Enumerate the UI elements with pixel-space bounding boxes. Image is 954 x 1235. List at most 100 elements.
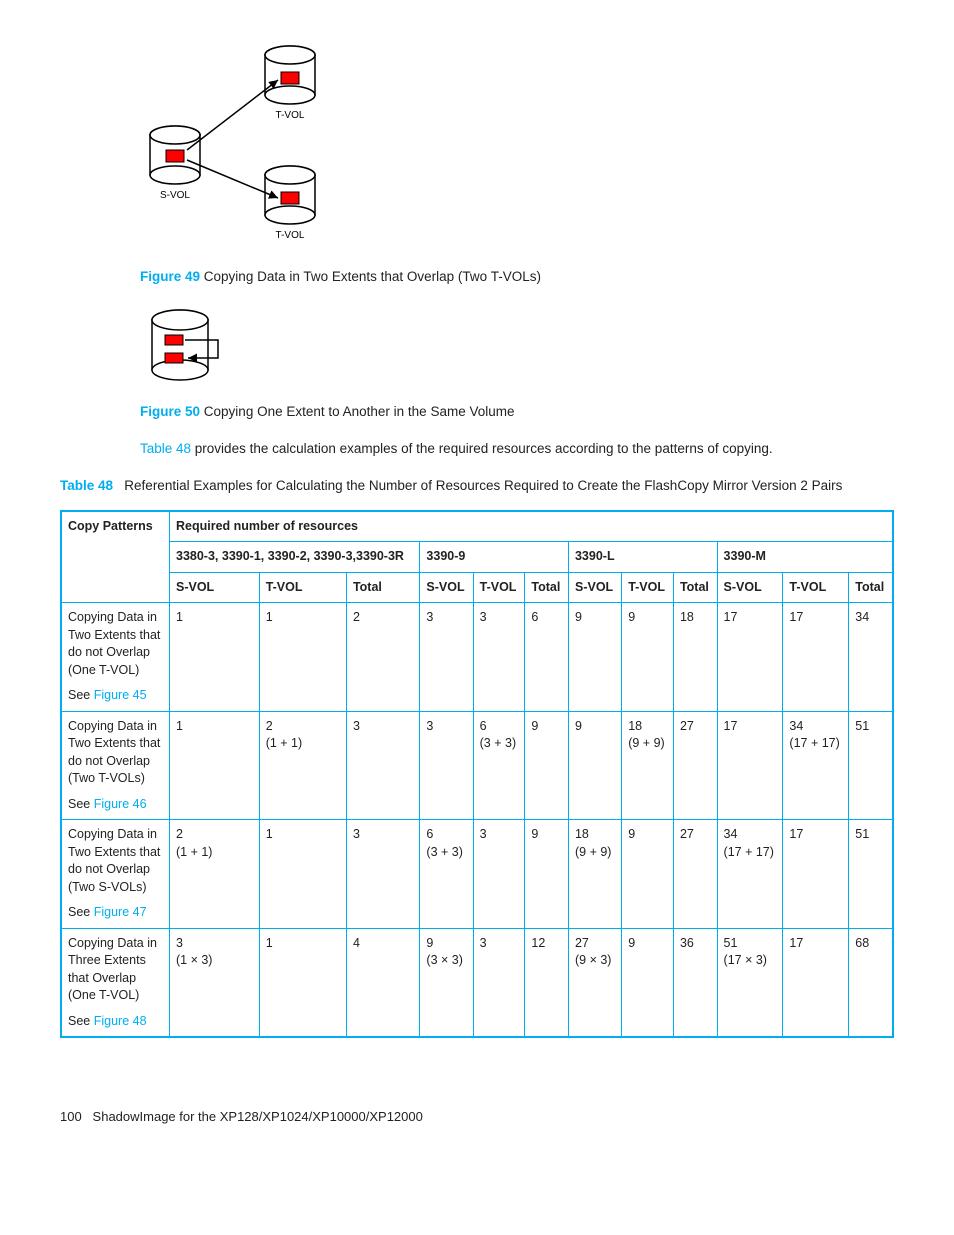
cell-value: 17 <box>783 820 849 929</box>
cell-value: 3 (1 × 3) <box>170 928 260 1037</box>
cell-value: 51 (17 × 3) <box>717 928 783 1037</box>
cell-value: 51 <box>849 820 893 929</box>
th-group-c: 3390-L <box>568 542 717 573</box>
pattern-desc: Copying Data in Two Extents that do not … <box>68 609 163 679</box>
cell-value: 9 <box>525 820 569 929</box>
cell-value: 1 <box>259 928 346 1037</box>
figure-link[interactable]: Figure 45 <box>94 688 147 702</box>
cell-value: 3 <box>473 928 525 1037</box>
figure49-caption-text: Copying Data in Two Extents that Overlap… <box>204 269 541 284</box>
cell-value: 34 (17 + 17) <box>783 711 849 820</box>
cell-value: 17 <box>783 603 849 712</box>
cell-value: 2 (1 + 1) <box>170 820 260 929</box>
cell-value: 9 <box>622 928 674 1037</box>
figure49-label: Figure 49 <box>140 269 200 284</box>
cell-value: 4 <box>346 928 419 1037</box>
pattern-see: See Figure 45 <box>68 687 163 705</box>
cell-value: 34 <box>849 603 893 712</box>
th-d-tvol: T-VOL <box>783 572 849 603</box>
th-a-tvol: T-VOL <box>259 572 346 603</box>
figure-link[interactable]: Figure 47 <box>94 905 147 919</box>
cell-value: 9 <box>622 603 674 712</box>
cell-value: 17 <box>717 711 783 820</box>
cell-value: 27 <box>673 711 717 820</box>
cell-value: 9 <box>568 711 621 820</box>
cell-copy-pattern: Copying Data in Two Extents that do not … <box>61 711 170 820</box>
cell-value: 3 <box>420 711 473 820</box>
tvol-top-label: T-VOL <box>276 110 305 121</box>
th-required: Required number of resources <box>170 511 894 542</box>
pattern-see: See Figure 46 <box>68 796 163 814</box>
th-b-tvol: T-VOL <box>473 572 525 603</box>
cell-value: 2 <box>346 603 419 712</box>
table48-caption-text: Referential Examples for Calculating the… <box>124 478 842 493</box>
cell-copy-pattern: Copying Data in Two Extents that do not … <box>61 820 170 929</box>
pattern-desc: Copying Data in Two Extents that do not … <box>68 718 163 788</box>
cell-value: 18 (9 + 9) <box>568 820 621 929</box>
pattern-desc: Copying Data in Three Extents that Overl… <box>68 935 163 1005</box>
see-prefix: See <box>68 1014 94 1028</box>
cell-value: 3 <box>346 711 419 820</box>
cell-value: 9 <box>525 711 569 820</box>
page-number: 100 <box>60 1109 82 1124</box>
cell-value: 9 <box>622 820 674 929</box>
th-a-svol: S-VOL <box>170 572 260 603</box>
figure-link[interactable]: Figure 46 <box>94 797 147 811</box>
table48-link[interactable]: Table 48 <box>140 441 191 456</box>
cell-value: 18 (9 + 9) <box>622 711 674 820</box>
figure49-diagram: S-VOL T-VOL T-VOL <box>140 40 894 260</box>
pattern-desc: Copying Data in Two Extents that do not … <box>68 826 163 896</box>
cell-value: 2 (1 + 1) <box>259 711 346 820</box>
footer-title: ShadowImage for the XP128/XP1024/XP10000… <box>93 1109 423 1124</box>
cell-value: 18 <box>673 603 717 712</box>
th-b-total: Total <box>525 572 569 603</box>
cell-value: 68 <box>849 928 893 1037</box>
cell-value: 1 <box>170 711 260 820</box>
th-group-a: 3380-3, 3390-1, 3390-2, 3390-3,3390-3R <box>170 542 420 573</box>
cell-value: 3 <box>346 820 419 929</box>
table-row: Copying Data in Three Extents that Overl… <box>61 928 893 1037</box>
figure49-caption: Figure 49 Copying Data in Two Extents th… <box>140 268 894 287</box>
figure-link[interactable]: Figure 48 <box>94 1014 147 1028</box>
th-copy-patterns: Copy Patterns <box>61 511 170 603</box>
cell-value: 1 <box>259 603 346 712</box>
cell-value: 1 <box>259 820 346 929</box>
see-prefix: See <box>68 905 94 919</box>
th-d-total: Total <box>849 572 893 603</box>
see-prefix: See <box>68 688 94 702</box>
th-b-svol: S-VOL <box>420 572 473 603</box>
see-prefix: See <box>68 797 94 811</box>
th-c-total: Total <box>673 572 717 603</box>
table48-label: Table 48 <box>60 478 113 493</box>
tvol-bottom-label: T-VOL <box>276 230 305 241</box>
intro-paragraph: Table 48 provides the calculation exampl… <box>140 440 894 459</box>
pattern-see: See Figure 47 <box>68 904 163 922</box>
figure50-caption-text: Copying One Extent to Another in the Sam… <box>204 404 515 419</box>
cell-value: 3 <box>473 603 525 712</box>
cell-copy-pattern: Copying Data in Three Extents that Overl… <box>61 928 170 1037</box>
cell-value: 12 <box>525 928 569 1037</box>
intro-rest: provides the calculation examples of the… <box>191 441 773 456</box>
th-group-d: 3390-M <box>717 542 893 573</box>
figure50-diagram <box>140 305 894 395</box>
page-footer: 100 ShadowImage for the XP128/XP1024/XP1… <box>60 1108 894 1126</box>
figure50-label: Figure 50 <box>140 404 200 419</box>
cell-value: 17 <box>717 603 783 712</box>
th-c-tvol: T-VOL <box>622 572 674 603</box>
cell-value: 51 <box>849 711 893 820</box>
cell-value: 6 (3 + 3) <box>473 711 525 820</box>
th-group-b: 3390-9 <box>420 542 569 573</box>
figure50-caption: Figure 50 Copying One Extent to Another … <box>140 403 894 422</box>
pattern-see: See Figure 48 <box>68 1013 163 1031</box>
cell-value: 9 (3 × 3) <box>420 928 473 1037</box>
cell-value: 27 (9 × 3) <box>568 928 621 1037</box>
cell-value: 34 (17 + 17) <box>717 820 783 929</box>
table-row: Copying Data in Two Extents that do not … <box>61 603 893 712</box>
th-c-svol: S-VOL <box>568 572 621 603</box>
table-row: Copying Data in Two Extents that do not … <box>61 711 893 820</box>
cell-value: 6 (3 + 3) <box>420 820 473 929</box>
cell-value: 3 <box>473 820 525 929</box>
cell-value: 3 <box>420 603 473 712</box>
cell-copy-pattern: Copying Data in Two Extents that do not … <box>61 603 170 712</box>
th-d-svol: S-VOL <box>717 572 783 603</box>
